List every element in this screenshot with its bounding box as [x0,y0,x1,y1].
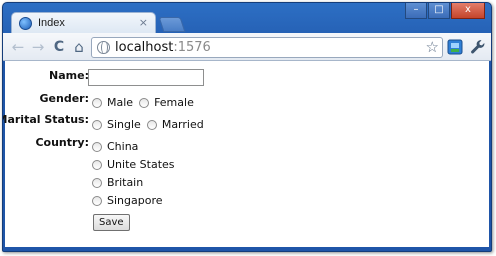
browser-toolbar: ← → C ⌂ localhost:1576 ☆ [3,33,491,61]
extension-icon[interactable] [447,39,463,55]
address-url: localhost:1576 [115,40,211,55]
gender-male-radio[interactable] [92,97,102,108]
country-option: China [92,140,144,153]
country-option: Unite States [92,158,181,171]
marital-single-radio[interactable] [92,119,102,130]
country-china-label: China [107,140,139,153]
browser-window: Index × – □ x ← → C ⌂ localhost:1576 ☆ N… [2,2,492,252]
country-unite-states-label: Unite States [107,158,175,171]
address-bar[interactable]: localhost:1576 ☆ [91,37,443,58]
marital-single-label: Single [107,118,141,131]
country-britain-label: Britain [107,176,144,189]
name-input[interactable] [88,69,204,86]
globe-icon [97,41,110,54]
save-button[interactable]: Save [93,214,130,231]
country-singapore-label: Singapore [107,194,163,207]
wrench-icon[interactable] [469,38,487,56]
country-unite-states-radio[interactable] [92,159,102,170]
country-britain-radio[interactable] [92,177,102,188]
tab-close-icon[interactable]: × [139,16,148,30]
gender-options: Male Female [92,96,200,109]
page-favicon-icon [19,17,32,30]
country-china-radio[interactable] [92,141,102,152]
maximize-button[interactable]: □ [428,3,450,19]
home-icon[interactable]: ⌂ [71,38,87,56]
name-label: Name: [49,69,89,82]
minimize-button[interactable]: – [405,3,427,19]
new-tab-button[interactable] [158,17,186,32]
bookmark-star-icon[interactable]: ☆ [426,38,439,56]
country-singapore-radio[interactable] [92,195,102,206]
gender-male-label: Male [107,96,134,109]
tab-index[interactable]: Index × [11,12,156,34]
gender-label: Gender: [39,92,89,105]
window-controls: – □ x [404,3,485,21]
country-label: Country: [35,136,89,149]
back-arrow-icon[interactable]: ← [10,38,26,56]
marital-options: Single Married [92,118,210,131]
country-option: Singapore [92,194,169,207]
tab-title: Index [38,17,65,29]
marital-married-label: Married [161,118,204,131]
forward-arrow-icon[interactable]: → [30,38,46,56]
close-window-button[interactable]: x [451,3,485,19]
marital-status-label: Marital Status: [2,113,89,126]
page-content: Name: Gender: Male Female Marital Status… [2,61,489,247]
gender-female-radio[interactable] [139,97,150,108]
gender-female-label: Female [154,96,194,109]
marital-married-radio[interactable] [146,119,157,130]
country-option: Britain [92,176,149,189]
reload-icon[interactable]: C [51,38,67,56]
